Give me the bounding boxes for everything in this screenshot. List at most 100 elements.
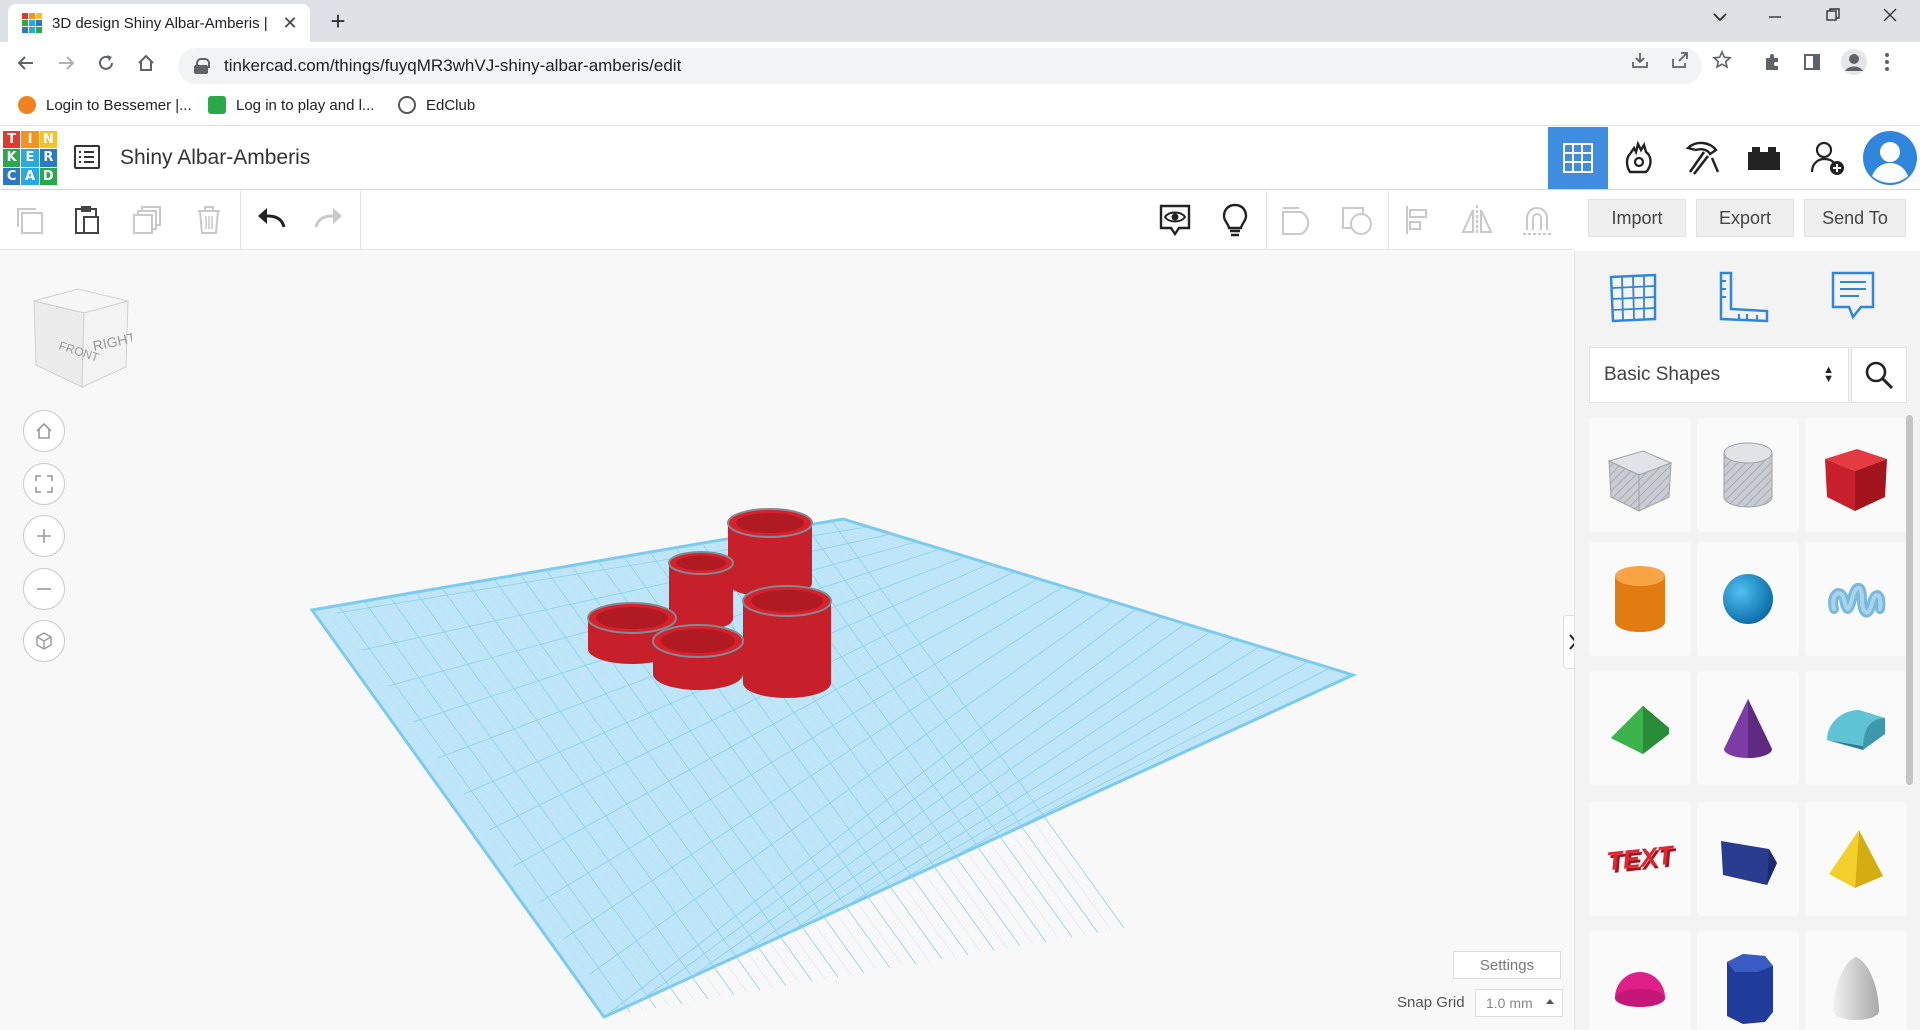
- shape-tile-roof[interactable]: [1589, 671, 1691, 785]
- shape-tile-cylinder[interactable]: [1589, 542, 1691, 656]
- logo-letter: K: [3, 149, 21, 167]
- redo-icon: [314, 208, 342, 228]
- shape-tile-half-sphere[interactable]: [1589, 931, 1691, 1030]
- ungroup-icon: [1342, 207, 1372, 235]
- shape-tile-cone[interactable]: [1697, 671, 1799, 785]
- 3d-design-view-button[interactable]: [1548, 127, 1608, 189]
- shape-tile-paraboloid[interactable]: [1805, 931, 1907, 1030]
- fit-view-button[interactable]: [23, 463, 65, 505]
- design-list-icon[interactable]: [74, 145, 100, 169]
- zoom-in-button[interactable]: [23, 515, 65, 557]
- tab-close-icon[interactable]: ✕: [280, 13, 300, 34]
- tab-search-chevron-icon[interactable]: [1700, 6, 1740, 27]
- undo-icon: [258, 208, 286, 228]
- shape-tile-sphere[interactable]: [1697, 542, 1799, 656]
- shape-tile-wedge[interactable]: [1697, 802, 1799, 916]
- new-tab-button[interactable]: +: [322, 6, 354, 37]
- forward-icon[interactable]: [52, 52, 80, 80]
- hand-gear-icon: [1625, 140, 1652, 174]
- shape-tile-box[interactable]: [1805, 418, 1907, 532]
- url-bar[interactable]: tinkercad.com/things/fuyqMR3whVJ-shiny-a…: [178, 48, 1702, 84]
- cruise-button[interactable]: [1508, 191, 1566, 249]
- lock-icon[interactable]: [194, 58, 210, 74]
- paste-button[interactable]: [58, 191, 116, 249]
- bookmark-label: EdClub: [426, 96, 476, 114]
- group-button[interactable]: [1268, 191, 1326, 249]
- logo-letter: N: [39, 131, 57, 149]
- export-button[interactable]: Export: [1696, 199, 1794, 237]
- side-panel-icon[interactable]: [1802, 52, 1822, 78]
- shape-tile-scribble[interactable]: [1805, 542, 1907, 656]
- workplane-settings-button[interactable]: Settings: [1453, 951, 1561, 979]
- grid-plane[interactable]: [309, 517, 1358, 1019]
- account-avatar-button[interactable]: [1860, 127, 1920, 189]
- bricks-view-button[interactable]: [1672, 127, 1732, 189]
- bookmark-play[interactable]: Log in to play and l...: [208, 96, 374, 114]
- view-cube[interactable]: FRONT RIGHT: [28, 283, 132, 393]
- back-icon[interactable]: [12, 52, 40, 80]
- ring-front-short[interactable]: [652, 624, 744, 690]
- tube-mid-left[interactable]: [668, 551, 734, 630]
- shape-tile-text[interactable]: TEXT TEXT: [1589, 802, 1691, 916]
- grid-view-icon: [1563, 143, 1593, 173]
- invite-user-button[interactable]: [1798, 127, 1858, 189]
- zoom-out-button[interactable]: [23, 568, 65, 610]
- undo-button[interactable]: [242, 191, 300, 249]
- send-to-button[interactable]: Send To: [1804, 199, 1906, 237]
- brick-icon: [1748, 147, 1780, 170]
- import-button[interactable]: Import: [1588, 199, 1686, 237]
- perspective-button[interactable]: [23, 620, 65, 662]
- shapes-panel-scrollbar[interactable]: [1906, 415, 1913, 785]
- duplicate-button[interactable]: [118, 191, 176, 249]
- delete-button[interactable]: [180, 191, 238, 249]
- shape-tile-polygon[interactable]: [1697, 931, 1799, 1030]
- blocks-view-button[interactable]: [1610, 127, 1670, 189]
- group-icon: [1282, 207, 1310, 235]
- shapes-panel: Basic Shapes ▲ ▼ TEXT TEXT: [1574, 251, 1920, 1030]
- browser-menu-icon[interactable]: [1884, 52, 1890, 78]
- align-button[interactable]: [1390, 191, 1448, 249]
- notes-icon[interactable]: [1823, 267, 1883, 327]
- ungroup-button[interactable]: [1328, 191, 1386, 249]
- box-icon: [1825, 449, 1887, 511]
- share-icon[interactable]: [1670, 50, 1690, 75]
- close-window-icon[interactable]: [1870, 6, 1910, 27]
- logo-letter: D: [39, 167, 57, 185]
- mirror-button[interactable]: [1448, 191, 1506, 249]
- shape-tile-cylinder-hole[interactable]: [1697, 418, 1799, 532]
- bookmark-star-icon[interactable]: [1712, 50, 1732, 75]
- home-icon[interactable]: [132, 52, 160, 80]
- design-title[interactable]: Shiny Albar-Amberis: [120, 146, 310, 170]
- shape-tile-box-hole[interactable]: [1589, 418, 1691, 532]
- extensions-puzzle-icon[interactable]: [1762, 52, 1782, 78]
- tube-front-right[interactable]: [742, 585, 832, 698]
- restore-icon[interactable]: [1813, 6, 1853, 27]
- shape-tile-pyramid[interactable]: [1805, 802, 1907, 916]
- sim-lab-view-button[interactable]: [1734, 127, 1794, 189]
- 3d-workplane-viewport[interactable]: FRONT RIGHT: [0, 251, 1573, 1030]
- bookmark-edclub[interactable]: EdClub: [398, 96, 475, 114]
- hints-button[interactable]: [1206, 191, 1264, 249]
- snap-grid-select[interactable]: 1.0 mm: [1475, 989, 1563, 1017]
- shape-search-button[interactable]: [1851, 347, 1907, 403]
- minimize-icon[interactable]: [1755, 6, 1795, 27]
- workplane-canvas[interactable]: [0, 251, 1573, 1030]
- install-app-icon[interactable]: [1630, 50, 1650, 75]
- tube-back-tall[interactable]: [727, 508, 813, 597]
- notes-visibility-button[interactable]: [1146, 191, 1204, 249]
- ruler-icon[interactable]: [1713, 267, 1773, 327]
- mirror-icon: [1461, 205, 1493, 235]
- shape-category-select[interactable]: Basic Shapes ▲ ▼: [1589, 347, 1849, 403]
- workplane-grid-icon[interactable]: [1603, 267, 1663, 327]
- reload-icon[interactable]: [92, 52, 120, 80]
- browser-tab-active[interactable]: 3D design Shiny Albar-Amberis | ✕: [8, 4, 310, 42]
- bookmark-bessemer[interactable]: Login to Bessemer |...: [18, 96, 192, 114]
- app-header: T I N K E R C A D Shiny Albar-Amberis: [0, 127, 1920, 190]
- shape-tile-round-roof[interactable]: [1805, 671, 1907, 785]
- copy-button[interactable]: [0, 191, 58, 249]
- logo-letter: R: [39, 149, 57, 167]
- home-view-button[interactable]: [23, 410, 65, 452]
- redo-button[interactable]: [300, 191, 358, 249]
- profile-avatar-icon[interactable]: [1840, 48, 1868, 82]
- tinkercad-logo[interactable]: T I N K E R C A D: [3, 131, 57, 185]
